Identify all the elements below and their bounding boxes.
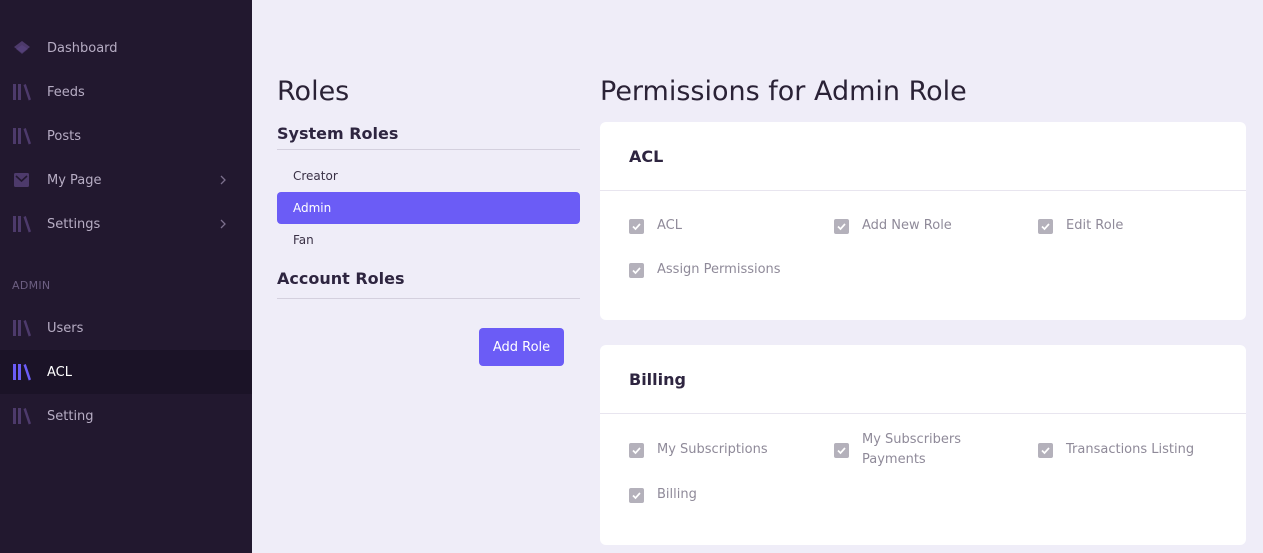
role-item-fan[interactable]: Fan <box>277 224 580 256</box>
admin-section-label: ADMIN <box>12 279 51 292</box>
permission-label: Edit Role <box>1066 218 1124 233</box>
cube-icon <box>14 41 30 54</box>
permission-checkbox-acl[interactable]: ACL <box>629 216 682 236</box>
sidebar-item-label: Dashboard <box>47 40 118 56</box>
account-roles-title: Account Roles <box>277 269 405 288</box>
sidebar: Dashboard Feeds Posts My Page Settings A… <box>0 0 252 553</box>
library-icon <box>13 216 31 233</box>
checkbox-checked-icon <box>1038 219 1053 234</box>
checkbox-checked-icon <box>834 219 849 234</box>
sidebar-item-label: ACL <box>47 364 72 380</box>
checkbox-checked-icon <box>1038 443 1053 458</box>
permission-checkbox-my-subscriptions[interactable]: My Subscriptions <box>629 440 768 460</box>
sidebar-item-label: Feeds <box>47 84 85 100</box>
sidebar-item-settings[interactable]: Settings <box>0 202 252 246</box>
permission-label: Add New Role <box>862 218 952 233</box>
library-icon <box>13 408 31 425</box>
role-item-creator[interactable]: Creator <box>277 160 580 192</box>
permission-label: My Subscribers Payments <box>862 432 962 467</box>
sidebar-item-users[interactable]: Users <box>0 306 252 350</box>
sidebar-item-posts[interactable]: Posts <box>0 114 252 158</box>
permission-label: Transactions Listing <box>1066 442 1195 457</box>
chevron-right-icon <box>220 219 226 229</box>
chevron-right-icon <box>220 175 226 185</box>
add-role-button[interactable]: Add Role <box>479 328 564 366</box>
sidebar-item-label: Setting <box>47 408 94 424</box>
checkbox-checked-icon <box>629 443 644 458</box>
role-item-admin[interactable]: Admin <box>277 192 580 224</box>
permission-checkbox-transactions-listing[interactable]: Transactions Listing <box>1038 440 1194 460</box>
sidebar-item-acl[interactable]: ACL <box>0 350 252 394</box>
permission-label: ACL <box>657 218 682 233</box>
permission-group-card-billing: Billing My Subscriptions My Subscribers … <box>600 345 1246 545</box>
sidebar-item-dashboard[interactable]: Dashboard <box>0 26 252 70</box>
library-icon <box>13 128 31 145</box>
envelope-icon <box>14 173 29 187</box>
sidebar-item-my-page[interactable]: My Page <box>0 158 252 202</box>
permission-label: Assign Permissions <box>657 262 781 277</box>
checkbox-checked-icon <box>629 488 644 503</box>
sidebar-item-label: My Page <box>47 172 102 188</box>
permission-group-title: Billing <box>600 345 1246 414</box>
sidebar-item-feeds[interactable]: Feeds <box>0 70 252 114</box>
library-icon <box>13 320 31 337</box>
sidebar-item-label: Settings <box>47 216 101 232</box>
checkbox-checked-icon <box>629 263 644 278</box>
permission-label: My Subscriptions <box>657 442 768 457</box>
divider <box>277 149 580 150</box>
permission-checkbox-add-new-role[interactable]: Add New Role <box>834 216 952 236</box>
checkbox-checked-icon <box>834 443 849 458</box>
permission-checkbox-billing[interactable]: Billing <box>629 485 697 505</box>
permissions-title: Permissions for Admin Role <box>600 76 967 107</box>
library-icon <box>13 364 31 381</box>
permission-group-title: ACL <box>600 122 1246 191</box>
checkbox-checked-icon <box>629 219 644 234</box>
sidebar-item-label: Users <box>47 320 84 336</box>
permission-checkbox-assign-permissions[interactable]: Assign Permissions <box>629 260 781 280</box>
sidebar-item-setting[interactable]: Setting <box>0 394 252 438</box>
library-icon <box>13 84 31 101</box>
sidebar-item-label: Posts <box>47 128 81 144</box>
permission-group-card-acl: ACL ACL Add New Role Edit Role Assign Pe… <box>600 122 1246 320</box>
divider <box>277 298 580 299</box>
system-roles-title: System Roles <box>277 124 399 143</box>
permission-checkbox-edit-role[interactable]: Edit Role <box>1038 216 1123 236</box>
permission-checkbox-my-subscribers-payments[interactable]: My Subscribers Payments <box>834 430 984 470</box>
permission-label: Billing <box>657 487 697 502</box>
roles-title: Roles <box>277 76 350 107</box>
